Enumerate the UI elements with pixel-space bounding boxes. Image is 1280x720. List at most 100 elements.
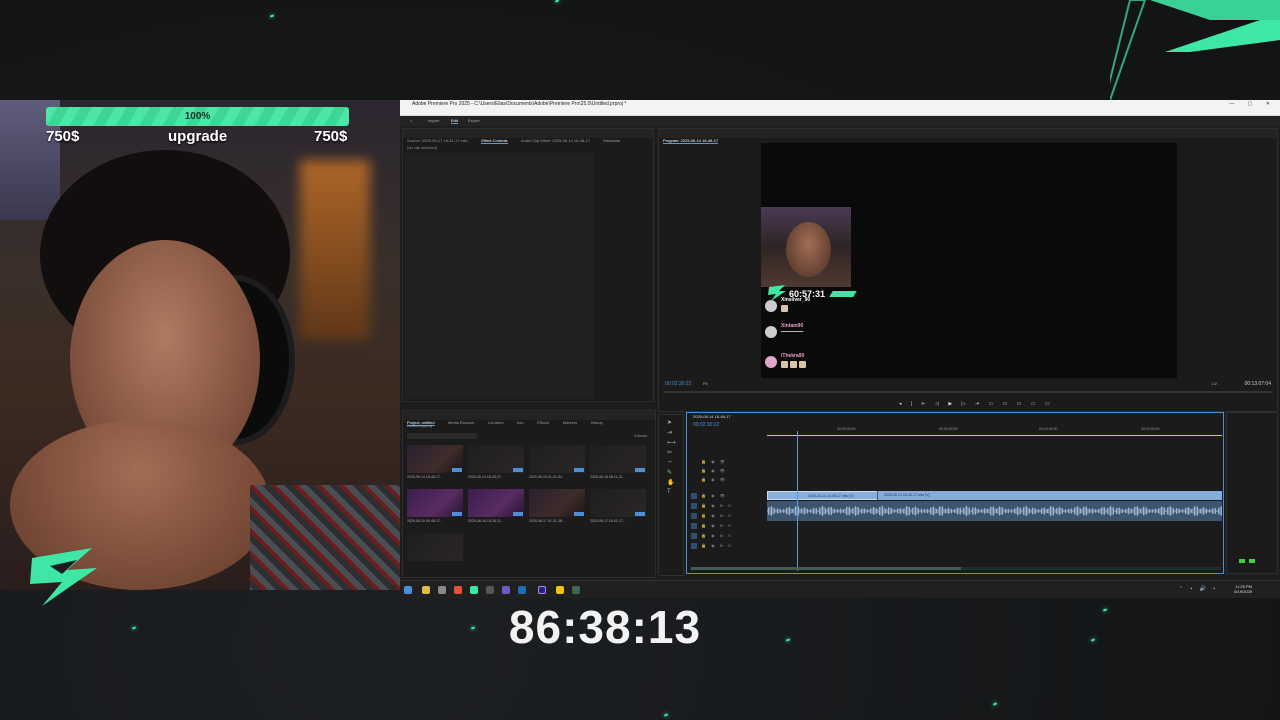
thumbnail-label: 2025-06-16 06-48-17.. <box>407 519 442 523</box>
timeline-playhead[interactable] <box>797 431 798 571</box>
hand-tool-icon[interactable]: ✋ <box>667 479 674 486</box>
taskbar-clock[interactable]: 11:25 PM 6/19/2025 <box>1234 584 1252 594</box>
tab-effects[interactable]: Effects <box>537 420 549 425</box>
program-monitor-panel: Program: 2025-06-14 16-48-17 60:57:31 Xi… <box>658 128 1278 412</box>
track-a5-controls[interactable]: 🔒 ◉ M S <box>701 543 733 548</box>
thumbnail-label: 2025-06-14 16-48-17.. <box>407 475 442 479</box>
program-resolution-select[interactable]: 1/2 <box>1211 381 1217 386</box>
file-explorer-icon[interactable] <box>422 586 430 594</box>
track-a4-controls[interactable]: 🔒 ◉ M S <box>701 533 733 538</box>
steam-icon[interactable] <box>518 586 526 594</box>
track-v1-target[interactable] <box>691 493 697 499</box>
program-timecode[interactable]: 00:02:30:22 <box>665 381 691 387</box>
tools-panel: ➤ ⇥ ⟷ ✂ ⇔ ✎ ✋ T <box>658 414 684 576</box>
project-search-input[interactable] <box>407 433 477 439</box>
system-tray[interactable]: ⌃ ▪ 🔊 ▪ <box>1179 586 1218 592</box>
home-icon[interactable]: ⌂ <box>410 118 412 123</box>
thumbnail-badge <box>452 512 462 516</box>
project-media-thumbnail[interactable]: 2025-06-17 01-21-38.. <box>529 489 585 525</box>
effect-controls-area <box>405 153 593 399</box>
program-panel-tabs: Program: 2025-06-14 16-48-17 <box>659 129 1277 144</box>
transport-controls[interactable]: ◂ | ⇤ ◁ ▶ ▷ ⇥ ▭ ▭ ▭ ▭ ▭ <box>899 401 1054 407</box>
timeline-video-clip[interactable]: 2025-06-14 16-48-17.mkv [V] <box>877 491 1222 500</box>
project-media-thumbnail[interactable]: 2025-06-14 16-48-17.. <box>407 445 463 481</box>
discord-icon[interactable] <box>502 586 510 594</box>
webcam-feed <box>0 100 400 590</box>
workspace-export[interactable]: Export <box>468 118 480 123</box>
app-icon[interactable] <box>486 586 494 594</box>
thumbnail-badge <box>635 468 645 472</box>
pen-tool-icon[interactable]: ✎ <box>667 469 672 476</box>
track-a1-controls[interactable]: 🔒 ◉ M S <box>701 503 733 508</box>
preview-chat-message: Xinsilver_90 <box>765 297 965 319</box>
timeline-sequence-tab[interactable]: 2025-06-14 16-48-17 <box>693 414 731 419</box>
ripple-edit-tool-icon[interactable]: ⟷ <box>667 439 676 446</box>
track-a4-target[interactable] <box>691 533 697 539</box>
chat-username: Xinsilver_90 <box>781 297 811 303</box>
workspace-import[interactable]: Import <box>428 118 439 123</box>
timeline-scrollbar[interactable] <box>691 567 1221 570</box>
program-duration: 00:13:07:04 <box>1244 381 1271 387</box>
window-title: Adobe Premiere Pro 2025 - C:\Users\Elias… <box>412 101 627 107</box>
tab-metadata[interactable]: Metadata <box>603 138 620 143</box>
tab-program[interactable]: Program: 2025-06-14 16-48-17 <box>663 138 719 144</box>
tab-audio-clip-mixer[interactable]: Audio Clip Mixer: 2025-06-14 16-48-17 <box>521 138 590 143</box>
project-media-thumbnail[interactable] <box>407 533 463 569</box>
tab-info[interactable]: Info <box>517 420 524 425</box>
project-media-thumbnail[interactable]: 2025-06-16 18-28-11.. <box>468 489 524 525</box>
project-media-thumbnail[interactable]: 2025-06-17 18-41-17.. <box>590 489 646 525</box>
thumbnail-image <box>590 445 646 473</box>
camera-app-icon[interactable] <box>438 586 446 594</box>
thumbnail-badge <box>513 468 523 472</box>
chrome-icon[interactable] <box>556 586 564 594</box>
thumbnail-label: 2025-06-17 01-21-38.. <box>529 519 564 523</box>
app-icon[interactable] <box>572 586 580 594</box>
preview-person-face <box>786 222 831 277</box>
program-zoom-select[interactable]: Fit <box>703 381 707 386</box>
project-media-thumbnail[interactable]: 2025-06-15 01-21-54.. <box>529 445 585 481</box>
project-file-name: Untitled.prproj <box>407 423 432 428</box>
razor-tool-icon[interactable]: ✂ <box>667 449 672 456</box>
project-media-thumbnail[interactable]: 2025-06-14 18-28-37.. <box>468 445 524 481</box>
track-a5-target[interactable] <box>691 543 697 549</box>
window-controls[interactable]: — ▢ ✕ <box>1229 101 1276 107</box>
tab-libraries[interactable]: Libraries <box>488 420 503 425</box>
track-v3-controls[interactable]: 🔒 ◉ 👁 <box>701 468 727 473</box>
project-media-thumbnail[interactable]: 2025-06-16 06-48-17.. <box>407 489 463 525</box>
workspace-edit[interactable]: Edit <box>451 118 458 124</box>
emote-icon <box>781 305 788 312</box>
track-a2-controls[interactable]: 🔒 ◉ M S <box>701 513 733 518</box>
start-icon[interactable] <box>404 586 412 594</box>
tab-media-browser[interactable]: Media Browser <box>448 420 475 425</box>
project-panel-tabs: Project: untitled Media Browser Librarie… <box>403 411 655 426</box>
tab-effect-controls[interactable]: Effect Controls <box>481 138 508 144</box>
app-icon[interactable] <box>470 586 478 594</box>
program-video-frame[interactable]: 60:57:31 Xinsilver_90 Xintam90 ▪▪▪▪▪▪▪▪▪… <box>761 143 1177 378</box>
tab-source[interactable]: Source: 2025-06-17 18-41-17.mkv <box>407 138 468 143</box>
brave-browser-icon[interactable] <box>454 586 462 594</box>
timeline-panel: 2025-06-14 16-48-17 00:02:30:22 00:00:00… <box>686 412 1224 574</box>
selection-tool-icon[interactable]: ➤ <box>667 419 672 426</box>
timeline-timecode[interactable]: 00:02:30:22 <box>693 422 719 428</box>
premiere-pro-icon[interactable] <box>538 586 546 594</box>
thumbnail-label: 2025-06-15 01-21-54.. <box>529 475 564 479</box>
tab-history[interactable]: History <box>591 420 603 425</box>
program-scrub-bar[interactable] <box>663 391 1273 393</box>
tab-markers[interactable]: Markers <box>563 420 577 425</box>
track-v2-controls[interactable]: 🔒 ◉ 👁 <box>701 477 727 482</box>
timeline-scroll-thumb[interactable] <box>691 567 961 570</box>
track-select-tool-icon[interactable]: ⇥ <box>667 429 672 436</box>
slip-tool-icon[interactable]: ⇔ <box>667 459 673 465</box>
timeline-work-area-bar[interactable] <box>767 435 1222 436</box>
project-media-thumbnail[interactable]: 2025-06-16 08-11-21.. <box>590 445 646 481</box>
audio-meters-panel <box>1226 412 1278 574</box>
track-v4-controls[interactable]: 🔒 ◉ 👁 <box>701 459 727 464</box>
type-tool-icon[interactable]: T <box>667 489 671 495</box>
workspace-bar: ⌂ Import Edit Export <box>400 116 1280 126</box>
track-a2-target[interactable] <box>691 513 697 519</box>
track-a3-target[interactable] <box>691 523 697 529</box>
track-v1-controls[interactable]: 🔒 ◉ 👁 <box>701 493 727 498</box>
track-a1-target[interactable] <box>691 503 697 509</box>
track-a3-controls[interactable]: 🔒 ◉ M S <box>701 523 733 528</box>
timeline-audio-clip[interactable] <box>767 501 1222 521</box>
